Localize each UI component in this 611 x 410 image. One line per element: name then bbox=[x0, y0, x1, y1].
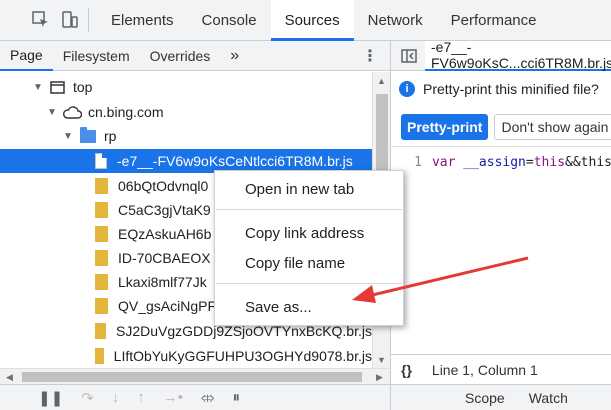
step-icon[interactable]: →• bbox=[163, 389, 183, 406]
menu-divider bbox=[216, 209, 402, 210]
info-icon: i bbox=[399, 81, 415, 97]
js-file-icon bbox=[95, 274, 108, 290]
menu-divider bbox=[216, 283, 402, 284]
inspect-element-icon[interactable] bbox=[30, 9, 52, 31]
code-identifier: __assign bbox=[463, 155, 526, 170]
tree-file-label: 06bQtOdvnql0 bbox=[118, 178, 209, 194]
devtools-toolbar: Elements Console Sources Network Perform… bbox=[0, 0, 611, 41]
tree-label-top: top bbox=[73, 79, 93, 95]
js-file-icon bbox=[95, 202, 108, 218]
toggle-navigator-icon[interactable] bbox=[401, 48, 417, 63]
pretty-print-infobar: i Pretty-print this minified file? bbox=[391, 72, 611, 106]
scroll-up-icon[interactable]: ▲ bbox=[377, 76, 386, 86]
tab-elements[interactable]: Elements bbox=[97, 0, 188, 41]
tree-row-file[interactable]: LIftObYuKyGGFUHPU3OGHYd9078.br.js bbox=[0, 344, 372, 368]
code-line: 1 var __assign = this &&this bbox=[391, 155, 611, 170]
toolbar-divider bbox=[88, 8, 89, 32]
code-text: &&this bbox=[565, 155, 611, 170]
nav-tab-overrides[interactable]: Overrides bbox=[140, 41, 221, 71]
tab-scope[interactable]: Scope bbox=[453, 390, 517, 406]
scroll-left-icon[interactable]: ◀ bbox=[6, 372, 13, 383]
tree-file-label: -e7__-FV6w9oKsCeNtlcci6TR8M.br.js bbox=[117, 153, 353, 169]
step-into-icon[interactable]: ↓ bbox=[112, 389, 120, 406]
cloud-icon bbox=[62, 105, 82, 119]
line-number: 1 bbox=[414, 155, 422, 170]
js-file-icon bbox=[95, 250, 108, 266]
device-toolbar-icon[interactable] bbox=[58, 9, 80, 31]
expand-triangle-icon[interactable]: ▼ bbox=[62, 131, 74, 142]
js-file-icon bbox=[95, 298, 108, 314]
menu-item-open-in-new-tab[interactable]: Open in new tab bbox=[245, 177, 354, 201]
pretty-print-braces-icon[interactable]: {} bbox=[401, 362, 412, 378]
tree-row-folder[interactable]: ▼ rp bbox=[0, 124, 372, 148]
kebab-menu-icon[interactable]: ⋮ bbox=[362, 46, 378, 66]
editor-status-bar: {} Line 1, Column 1 bbox=[391, 354, 611, 384]
infobar-buttons: Pretty-print Don't show again bbox=[391, 111, 611, 143]
menu-item-copy-file-name[interactable]: Copy file name bbox=[245, 251, 345, 275]
js-file-icon bbox=[95, 178, 108, 194]
pretty-print-button[interactable]: Pretty-print bbox=[401, 114, 489, 140]
code-operator: = bbox=[525, 155, 534, 170]
deactivate-breakpoints-icon[interactable]: ⤄ bbox=[201, 389, 215, 406]
pause-on-exceptions-icon[interactable]: ⏸ bbox=[233, 389, 241, 406]
navigator-tabs: Page Filesystem Overrides » ⋮ bbox=[0, 41, 390, 71]
tab-network[interactable]: Network bbox=[354, 0, 437, 41]
context-menu: Open in new tab Copy link address Copy f… bbox=[214, 170, 404, 326]
code-keyword: var bbox=[431, 155, 456, 170]
tree-row-domain[interactable]: ▼ cn.bing.com bbox=[0, 100, 372, 124]
folder-icon bbox=[80, 126, 96, 143]
debugger-toolbar: ❚❚ ↷ ↓ ↑ →• ⤄ ⏸ bbox=[0, 384, 390, 410]
code-keyword: this bbox=[533, 155, 566, 170]
tree-row-top[interactable]: ▼ top bbox=[0, 75, 372, 99]
scroll-right-icon[interactable]: ▶ bbox=[376, 372, 383, 383]
expand-triangle-icon[interactable]: ▼ bbox=[46, 107, 58, 118]
js-file-icon bbox=[95, 348, 104, 364]
frame-icon bbox=[50, 80, 65, 94]
tab-watch[interactable]: Watch bbox=[517, 390, 580, 406]
code-editor[interactable]: 1 var __assign = this &&this bbox=[391, 146, 611, 346]
tab-sources[interactable]: Sources bbox=[270, 0, 354, 41]
nav-tab-filesystem[interactable]: Filesystem bbox=[53, 41, 140, 71]
scrollbar-thumb[interactable] bbox=[22, 372, 362, 382]
menu-item-save-as[interactable]: Save as... bbox=[245, 295, 312, 319]
expand-triangle-icon[interactable]: ▼ bbox=[32, 82, 44, 93]
more-tabs-icon[interactable]: » bbox=[220, 47, 249, 65]
tree-label-folder: rp bbox=[104, 128, 117, 144]
infobar-text: Pretty-print this minified file? bbox=[423, 81, 599, 97]
tree-file-label: QV_gsAciNgPF bbox=[118, 298, 217, 314]
tree-file-label: LIftObYuKyGGFUHPU3OGHYd9078.br.js bbox=[113, 348, 372, 364]
tree-horizontal-scrollbar[interactable]: ◀ ▶ bbox=[0, 368, 390, 384]
sidebar-tabs: Scope Watch bbox=[391, 384, 611, 410]
nav-tab-page[interactable]: Page bbox=[0, 41, 53, 71]
step-out-icon[interactable]: ↑ bbox=[137, 389, 145, 406]
dont-show-again-button[interactable]: Don't show again bbox=[494, 114, 611, 140]
js-file-icon bbox=[95, 226, 108, 242]
menu-item-copy-link-address[interactable]: Copy link address bbox=[245, 221, 364, 245]
cursor-position: Line 1, Column 1 bbox=[431, 361, 538, 378]
file-icon bbox=[95, 153, 107, 169]
tree-file-label: Lkaxi8mlf77Jk bbox=[118, 274, 207, 290]
editor-file-tab[interactable]: -e7__-FV6w9oKsC...cci6TR8M.br.js bbox=[425, 39, 611, 71]
editor-tabbar: -e7__-FV6w9oKsC...cci6TR8M.br.js bbox=[391, 39, 611, 71]
tab-performance[interactable]: Performance bbox=[437, 0, 551, 41]
tab-console[interactable]: Console bbox=[188, 0, 271, 41]
tree-label-domain: cn.bing.com bbox=[88, 104, 164, 120]
pause-icon[interactable]: ❚❚ bbox=[38, 389, 63, 407]
scroll-down-icon[interactable]: ▼ bbox=[377, 355, 386, 365]
editor-pane: -e7__-FV6w9oKsC...cci6TR8M.br.js i Prett… bbox=[390, 39, 611, 410]
step-over-icon[interactable]: ↷ bbox=[81, 389, 94, 407]
tree-file-label: C5aC3gjVtaK9 bbox=[118, 202, 211, 218]
js-file-icon bbox=[95, 323, 107, 339]
tree-file-label: ID-70CBAEOX bbox=[118, 250, 211, 266]
tree-file-label: EQzAskuAH6b bbox=[118, 226, 212, 242]
